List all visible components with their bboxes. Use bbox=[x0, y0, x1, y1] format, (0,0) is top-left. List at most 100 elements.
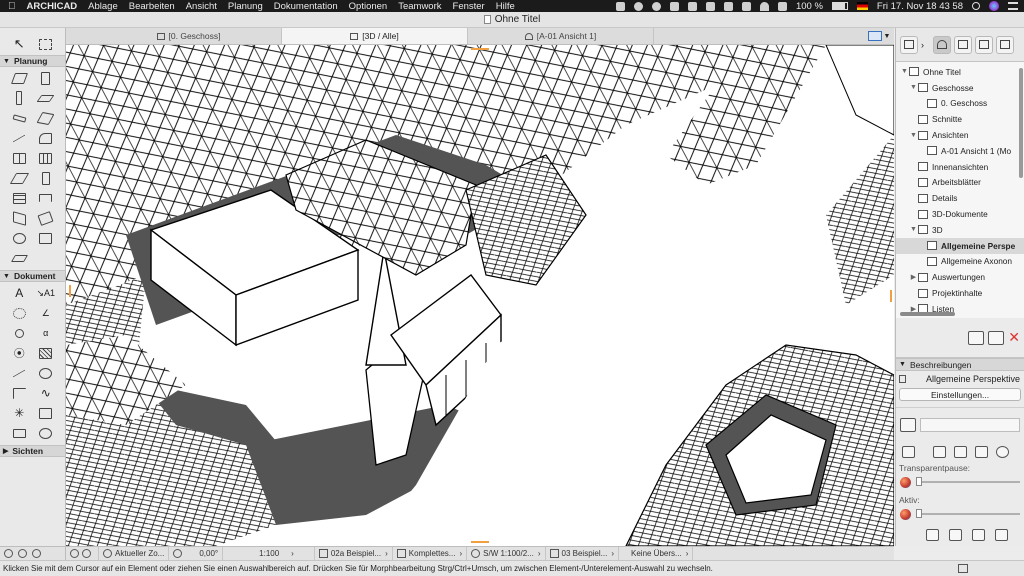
wifi-icon[interactable] bbox=[759, 1, 769, 11]
roof-tool[interactable] bbox=[33, 108, 60, 128]
fill-tool[interactable] bbox=[33, 343, 60, 363]
einstellungen-button[interactable]: Einstellungen... bbox=[899, 388, 1021, 401]
tab-navigator-button[interactable]: ▼ bbox=[864, 28, 894, 44]
level-dimension-tool[interactable]: ↘A1 bbox=[33, 283, 60, 303]
bottom-button-1[interactable] bbox=[926, 529, 939, 541]
clone-view-button[interactable] bbox=[988, 330, 1005, 345]
tree-item[interactable]: ▼ Ansichten bbox=[896, 127, 1024, 143]
hotspot-tool[interactable]: ✳ bbox=[6, 403, 33, 423]
navigator-horizontal-scrollbar[interactable] bbox=[896, 310, 1024, 318]
dimension-tool[interactable]: A bbox=[6, 283, 33, 303]
status-icon-1[interactable] bbox=[615, 1, 625, 11]
tab-0-geschoss[interactable]: [0. Geschoss] bbox=[96, 28, 282, 44]
tree-item[interactable]: 3D-Dokumente bbox=[896, 206, 1024, 222]
skylight-tool[interactable] bbox=[33, 208, 60, 228]
menu-bearbeiten[interactable]: Bearbeiten bbox=[129, 1, 175, 12]
shell-tool[interactable] bbox=[33, 128, 60, 148]
siri-icon[interactable] bbox=[989, 1, 999, 11]
volume-icon[interactable] bbox=[777, 1, 787, 11]
slider-thumb[interactable] bbox=[916, 509, 922, 518]
navigator-vertical-scrollbar[interactable] bbox=[1019, 68, 1023, 178]
object-tool[interactable] bbox=[33, 168, 60, 188]
tab-a-01-ansicht[interactable]: [A-01 Ansicht 1] bbox=[468, 28, 654, 44]
tree-item[interactable]: Allgemeine Perspe bbox=[896, 237, 1024, 254]
layer-combination-dropdown[interactable]: 02a Beispiel... › bbox=[315, 547, 393, 560]
disclosure-triangle-icon[interactable]: ▶ bbox=[909, 273, 918, 281]
label-tool[interactable]: α bbox=[33, 323, 60, 343]
clock[interactable]: Fri 17. Nov 18 43 58 bbox=[877, 1, 963, 12]
curtain-wall-tool[interactable] bbox=[33, 148, 60, 168]
action-button-4[interactable] bbox=[975, 446, 988, 458]
project-map-tab[interactable] bbox=[933, 35, 951, 54]
door-tool[interactable] bbox=[33, 68, 60, 88]
zoom-out-icon[interactable] bbox=[18, 549, 27, 558]
line-tool[interactable] bbox=[6, 363, 33, 383]
action-button-2[interactable] bbox=[933, 446, 946, 458]
figure-tool[interactable] bbox=[33, 403, 60, 423]
disclosure-triangle-icon[interactable]: ▼ bbox=[909, 226, 918, 233]
wall-tool[interactable] bbox=[6, 68, 33, 88]
apple-menu-icon[interactable]:  bbox=[8, 1, 16, 12]
undo-zoom-icon[interactable] bbox=[4, 549, 13, 558]
change-tool[interactable] bbox=[33, 423, 60, 443]
angle-dimension-tool[interactable]: ∠ bbox=[33, 303, 60, 323]
menu-ablage[interactable]: Ablage bbox=[88, 1, 118, 12]
text-tool[interactable] bbox=[6, 323, 33, 343]
menu-teamwork[interactable]: Teamwork bbox=[398, 1, 441, 12]
status-icon-4[interactable] bbox=[669, 1, 679, 11]
drawing-tool[interactable] bbox=[6, 423, 33, 443]
disclosure-triangle-icon[interactable]: ▼ bbox=[909, 84, 918, 91]
polyline-tool[interactable] bbox=[6, 383, 33, 403]
publisher-sets-tab[interactable] bbox=[996, 35, 1014, 54]
action-button-5[interactable] bbox=[996, 446, 1009, 458]
morph-tool[interactable] bbox=[6, 208, 33, 228]
beam-tool[interactable] bbox=[6, 108, 33, 128]
menu-dokumentation[interactable]: Dokumentation bbox=[274, 1, 338, 12]
section-sichten[interactable]: ▶ Sichten bbox=[0, 445, 65, 457]
spline-tool[interactable]: ∿ bbox=[33, 383, 60, 403]
marquee-tool[interactable] bbox=[33, 34, 60, 54]
section-planung[interactable]: ▼ Planung bbox=[0, 55, 65, 67]
window-resize-icon[interactable] bbox=[958, 564, 968, 573]
railing-tool[interactable] bbox=[33, 188, 60, 208]
scale-dropdown[interactable]: 1:100 › bbox=[223, 547, 315, 560]
dimension-dropdown[interactable]: 03 Beispiel... › bbox=[546, 547, 619, 560]
lamp-tool[interactable] bbox=[6, 228, 33, 248]
active-slider[interactable] bbox=[900, 507, 1020, 521]
beschreibungen-header[interactable]: ▼ Beschreibungen bbox=[896, 358, 1024, 371]
search-icon[interactable] bbox=[972, 2, 980, 10]
mesh-tool[interactable] bbox=[6, 168, 33, 188]
3d-viewport[interactable] bbox=[66, 45, 894, 546]
disclosure-triangle-icon[interactable]: ▼ bbox=[900, 68, 909, 75]
bottom-button-2[interactable] bbox=[949, 529, 962, 541]
tree-item[interactable]: Innenansichten bbox=[896, 159, 1024, 175]
menu-optionen[interactable]: Optionen bbox=[349, 1, 388, 12]
column-tool[interactable] bbox=[6, 88, 33, 108]
tree-item[interactable]: ▶ Auswertungen bbox=[896, 269, 1024, 285]
menu-hilfe[interactable]: Hilfe bbox=[496, 1, 515, 12]
view-map-tab[interactable] bbox=[954, 35, 972, 54]
notification-center-icon[interactable] bbox=[1008, 2, 1018, 10]
chevron-right-icon[interactable]: › bbox=[921, 40, 924, 50]
view-dropdown[interactable] bbox=[920, 417, 1020, 432]
view-options-button[interactable] bbox=[900, 417, 916, 432]
zoom-in-icon[interactable] bbox=[32, 549, 41, 558]
section-dokument[interactable]: ▼ Dokument bbox=[0, 270, 65, 282]
action-button-3[interactable] bbox=[954, 446, 967, 458]
window-tool[interactable] bbox=[6, 148, 33, 168]
level-tool[interactable]: ⦿ bbox=[6, 343, 33, 363]
tree-item[interactable]: ▼ Geschosse bbox=[896, 80, 1024, 96]
slab-tool[interactable] bbox=[33, 88, 60, 108]
status-icon-2[interactable] bbox=[633, 1, 643, 11]
status-icon-6[interactable] bbox=[705, 1, 715, 11]
tree-item[interactable]: 0. Geschoss bbox=[896, 96, 1024, 112]
scrollbar-thumb[interactable] bbox=[900, 312, 955, 316]
stair-tool[interactable] bbox=[6, 128, 33, 148]
model-view-dropdown[interactable]: Komplettes... › bbox=[393, 547, 468, 560]
flag-de-icon[interactable] bbox=[856, 2, 868, 10]
status-icon-5[interactable] bbox=[687, 1, 697, 11]
creative-cloud-icon[interactable] bbox=[651, 1, 661, 11]
menu-ansicht[interactable]: Ansicht bbox=[186, 1, 217, 12]
arrow-tool[interactable]: ↖ bbox=[6, 34, 33, 54]
tree-item[interactable]: Schnitte bbox=[896, 111, 1024, 127]
